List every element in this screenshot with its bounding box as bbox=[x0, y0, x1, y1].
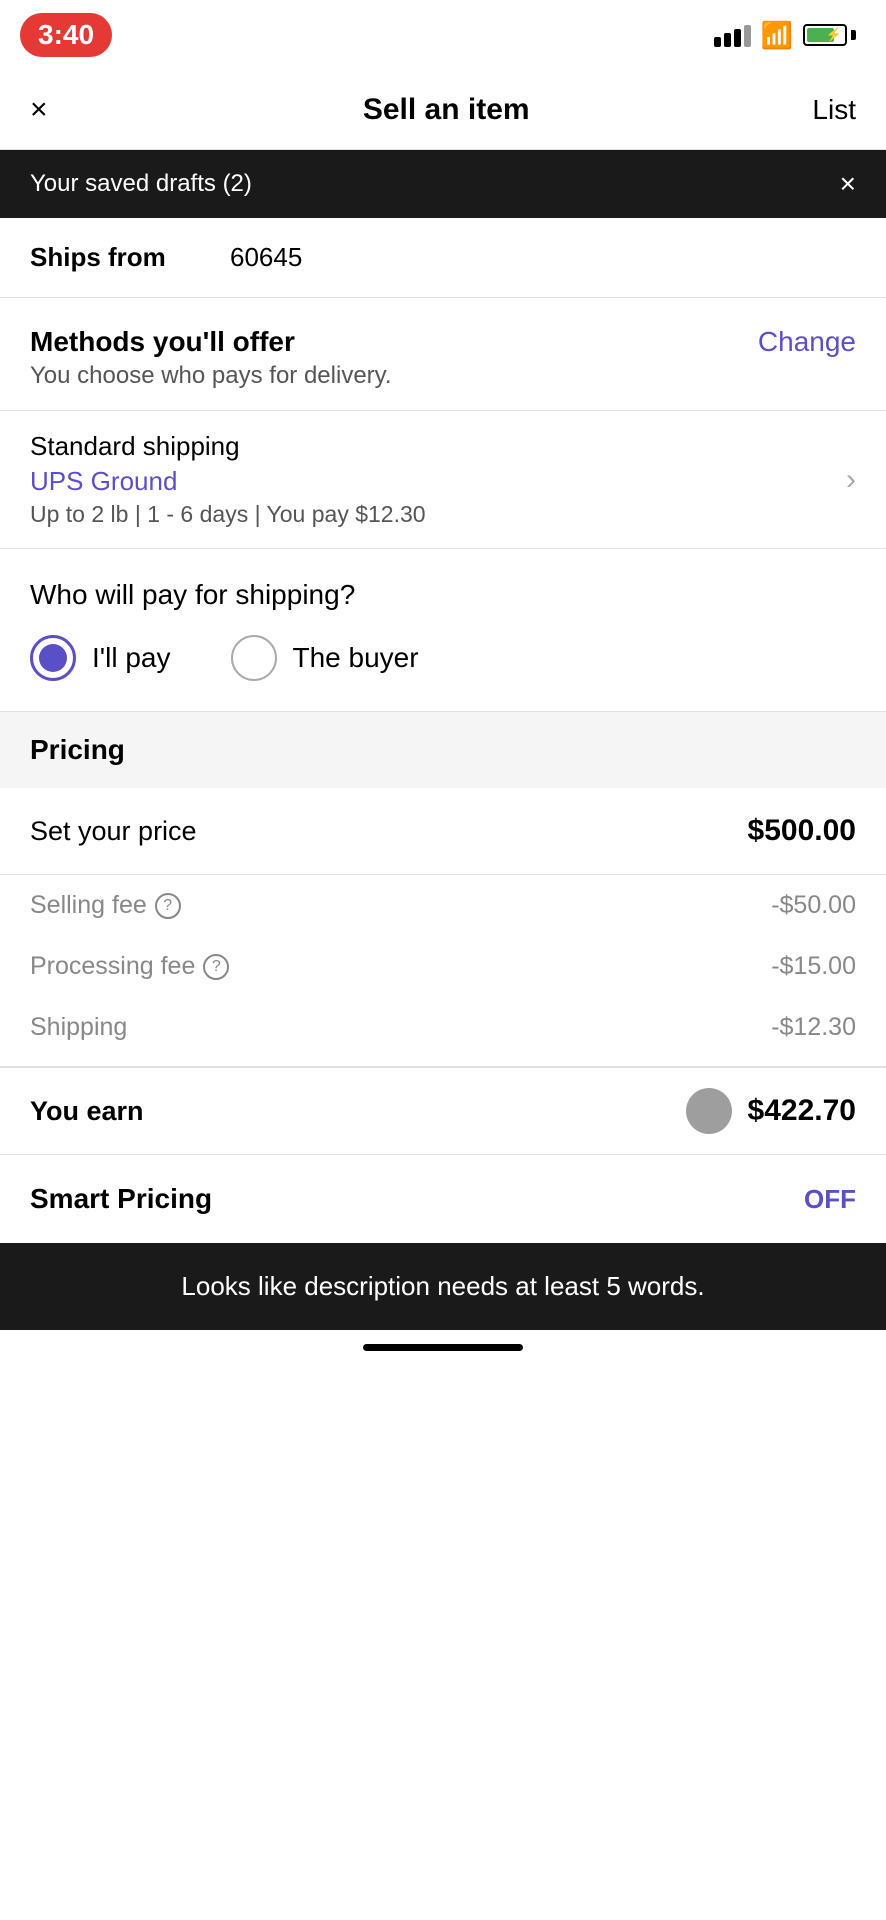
toast-message: Looks like description needs at least 5 … bbox=[0, 1243, 886, 1330]
buyer-pays-option[interactable]: The buyer bbox=[231, 635, 419, 681]
pricing-content: Set your price $500.00 Selling fee ? -$5… bbox=[0, 788, 886, 1154]
list-button[interactable]: List bbox=[812, 94, 856, 126]
wifi-icon: 📶 bbox=[761, 20, 793, 51]
chevron-right-icon: › bbox=[846, 463, 856, 497]
processing-fee-row: Processing fee ? -$15.00 bbox=[0, 936, 886, 997]
processing-fee-label: Processing fee ? bbox=[30, 952, 229, 981]
scroll-dot bbox=[686, 1088, 732, 1134]
methods-section: Methods you'll offer You choose who pays… bbox=[0, 298, 886, 390]
smart-pricing-section: Smart Pricing OFF bbox=[0, 1154, 886, 1243]
methods-subtitle: You choose who pays for delivery. bbox=[30, 362, 392, 390]
status-bar: 3:40 📶 ⚡ bbox=[0, 0, 886, 70]
you-earn-value: $422.70 bbox=[748, 1094, 856, 1128]
selling-fee-info-icon[interactable]: ? bbox=[155, 893, 181, 919]
status-icons: 📶 ⚡ bbox=[714, 20, 856, 51]
pricing-header: Pricing bbox=[0, 712, 886, 788]
toast-text: Looks like description needs at least 5 … bbox=[181, 1271, 704, 1301]
processing-fee-info-icon[interactable]: ? bbox=[203, 954, 229, 980]
selling-fee-label: Selling fee ? bbox=[30, 891, 181, 920]
shipping-info: Standard shipping UPS Ground Up to 2 lb … bbox=[30, 431, 426, 528]
set-price-value: $500.00 bbox=[748, 814, 856, 848]
close-button[interactable]: × bbox=[30, 93, 80, 127]
nav-bar: × Sell an item List bbox=[0, 70, 886, 150]
shipping-fee-row: Shipping -$12.30 bbox=[0, 997, 886, 1058]
change-button[interactable]: Change bbox=[758, 326, 856, 358]
home-bar bbox=[363, 1344, 523, 1351]
who-pays-section: Who will pay for shipping? I'll pay The … bbox=[0, 549, 886, 712]
ships-from-label: Ships from bbox=[30, 242, 190, 273]
who-pays-question: Who will pay for shipping? bbox=[30, 579, 856, 611]
shipping-option[interactable]: Standard shipping UPS Ground Up to 2 lb … bbox=[0, 410, 886, 549]
shipping-fee-label: Shipping bbox=[30, 1013, 127, 1042]
signal-icon bbox=[714, 23, 751, 47]
ill-pay-option[interactable]: I'll pay bbox=[30, 635, 171, 681]
you-earn-label: You earn bbox=[30, 1096, 144, 1127]
shipping-details: Up to 2 lb | 1 - 6 days | You pay $12.30 bbox=[30, 501, 426, 528]
status-time: 3:40 bbox=[20, 13, 112, 57]
battery-icon: ⚡ bbox=[803, 24, 856, 46]
set-price-label: Set your price bbox=[30, 816, 197, 847]
ships-from-value: 60645 bbox=[230, 242, 302, 273]
shipping-carrier: UPS Ground bbox=[30, 466, 426, 497]
banner-close-button[interactable]: × bbox=[840, 168, 856, 200]
shipping-fee-value: -$12.30 bbox=[771, 1013, 856, 1042]
ill-pay-radio[interactable] bbox=[30, 635, 76, 681]
home-indicator bbox=[0, 1330, 886, 1365]
selling-fee-value: -$50.00 bbox=[771, 891, 856, 920]
methods-title: Methods you'll offer bbox=[30, 326, 392, 358]
smart-pricing-toggle[interactable]: OFF bbox=[804, 1184, 856, 1215]
buyer-pays-radio[interactable] bbox=[231, 635, 277, 681]
you-earn-row: You earn $422.70 bbox=[0, 1067, 886, 1154]
page-title: Sell an item bbox=[363, 93, 530, 127]
processing-fee-value: -$15.00 bbox=[771, 952, 856, 981]
set-price-row[interactable]: Set your price $500.00 bbox=[0, 788, 886, 875]
radio-group: I'll pay The buyer bbox=[30, 635, 856, 681]
ill-pay-label: I'll pay bbox=[92, 642, 171, 674]
you-earn-right: $422.70 bbox=[686, 1088, 856, 1134]
pricing-title: Pricing bbox=[30, 734, 125, 765]
saved-drafts-banner: Your saved drafts (2) × bbox=[0, 150, 886, 218]
methods-title-group: Methods you'll offer You choose who pays… bbox=[30, 326, 392, 390]
shipping-title: Standard shipping bbox=[30, 431, 426, 462]
banner-text: Your saved drafts (2) bbox=[30, 170, 252, 198]
selling-fee-row: Selling fee ? -$50.00 bbox=[0, 875, 886, 936]
smart-pricing-label: Smart Pricing bbox=[30, 1183, 212, 1215]
fees-block: Selling fee ? -$50.00 Processing fee ? -… bbox=[0, 875, 886, 1067]
methods-header: Methods you'll offer You choose who pays… bbox=[30, 326, 856, 390]
buyer-pays-label: The buyer bbox=[293, 642, 419, 674]
ships-from-row: Ships from 60645 bbox=[0, 218, 886, 298]
